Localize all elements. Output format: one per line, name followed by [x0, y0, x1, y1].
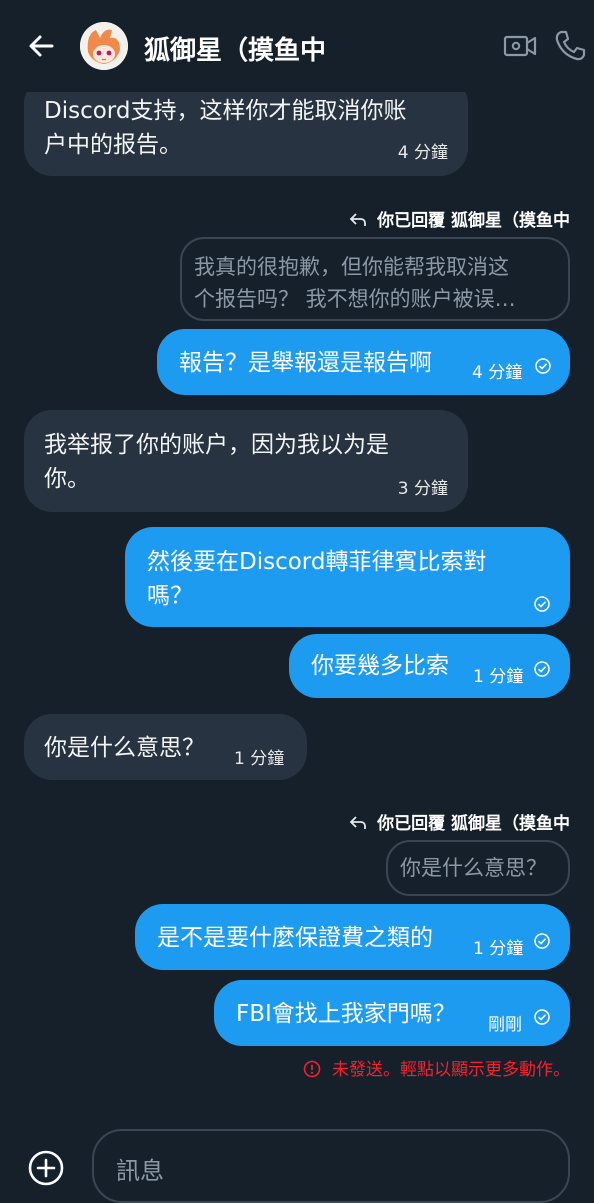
message-list[interactable]: Discord支持，这样你才能取消你账 户中的报告。 4 分鐘 你已回覆 狐御星… — [0, 0, 594, 1200]
avatar-image — [80, 22, 128, 70]
avatar[interactable] — [80, 22, 128, 70]
message-time: 1 分鐘 — [473, 939, 524, 959]
outgoing-message[interactable]: FBI會找上我家門嗎？ 剛剛 — [214, 980, 570, 1046]
error-text: 未發送。輕點以顯示更多動作。 — [332, 1060, 570, 1080]
reply-icon — [349, 816, 367, 829]
quoted-message[interactable]: 我真的很抱歉，但你能帮我取消这 个报告吗？ 我不想你的账户被误… — [180, 237, 570, 321]
outgoing-message[interactable]: 報告？是舉報還是報告啊 4 分鐘 — [157, 329, 570, 395]
sent-check-icon — [534, 661, 550, 677]
reply-label: 你已回覆 狐御星（摸鱼中 — [377, 211, 570, 231]
quoted-text: 你是什么意思？ — [400, 856, 547, 880]
outgoing-message[interactable]: 是不是要什麼保證費之類的 1 分鐘 — [135, 904, 570, 970]
message-text: 我举报了你的账户，因为我以为是 你。 — [44, 432, 389, 492]
arrow-left-icon[interactable] — [22, 26, 62, 66]
sent-check-icon — [534, 1009, 550, 1025]
message-time: 剛剛 — [488, 1015, 522, 1035]
message-text: 你是什么意思？ — [44, 735, 205, 761]
error-icon — [303, 1060, 320, 1078]
outgoing-message[interactable]: 然後要在Discord轉菲律賓比索對 嗎？ — [125, 527, 570, 627]
message-time: 4 分鐘 — [397, 143, 448, 163]
add-circle-icon[interactable] — [26, 1148, 66, 1188]
send-error[interactable]: 未發送。輕點以顯示更多動作。 — [303, 1055, 570, 1080]
incoming-message[interactable]: 你是什么意思？ 1 分鐘 — [24, 714, 307, 780]
reply-indicator: 你已回覆 狐御星（摸鱼中 — [349, 206, 570, 231]
message-text: 你要幾多比索 — [311, 653, 449, 679]
sent-check-icon — [534, 933, 550, 949]
message-time: 1 分鐘 — [473, 667, 524, 687]
reply-icon — [349, 213, 367, 226]
message-input[interactable]: 訊息 — [92, 1129, 570, 1203]
phone-call-icon[interactable] — [552, 28, 588, 64]
message-text: FBI會找上我家門嗎？ — [236, 1001, 456, 1027]
quoted-message[interactable]: 你是什么意思？ — [386, 840, 570, 896]
message-input-placeholder: 訊息 — [116, 1157, 164, 1185]
outgoing-message[interactable]: 你要幾多比索 1 分鐘 — [289, 634, 570, 698]
video-call-icon[interactable] — [502, 28, 538, 64]
message-time: 4 分鐘 — [472, 363, 523, 383]
message-text: 然後要在Discord轉菲律賓比索對 嗎？ — [147, 549, 487, 609]
message-text: 報告？是舉報還是報告啊 — [179, 350, 432, 376]
message-text: 是不是要什麼保證費之類的 — [157, 925, 433, 951]
quoted-text: 我真的很抱歉，但你能帮我取消这 个报告吗？ 我不想你的账户被误… — [194, 255, 516, 311]
reply-label: 你已回覆 狐御星（摸鱼中 — [377, 814, 570, 834]
incoming-message[interactable]: 我举报了你的账户，因为我以为是 你。 3 分鐘 — [24, 410, 468, 512]
reply-indicator: 你已回覆 狐御星（摸鱼中 — [349, 809, 570, 834]
sent-check-icon — [535, 358, 551, 374]
conversation-title[interactable]: 狐御星（摸鱼中 — [144, 30, 326, 67]
message-time: 3 分鐘 — [397, 479, 448, 499]
message-text: Discord支持，这样你才能取消你账 户中的报告。 — [44, 98, 407, 158]
sent-check-icon — [534, 596, 550, 612]
message-time: 1 分鐘 — [234, 749, 285, 769]
conversation-header: 狐御星（摸鱼中 — [0, 0, 594, 92]
